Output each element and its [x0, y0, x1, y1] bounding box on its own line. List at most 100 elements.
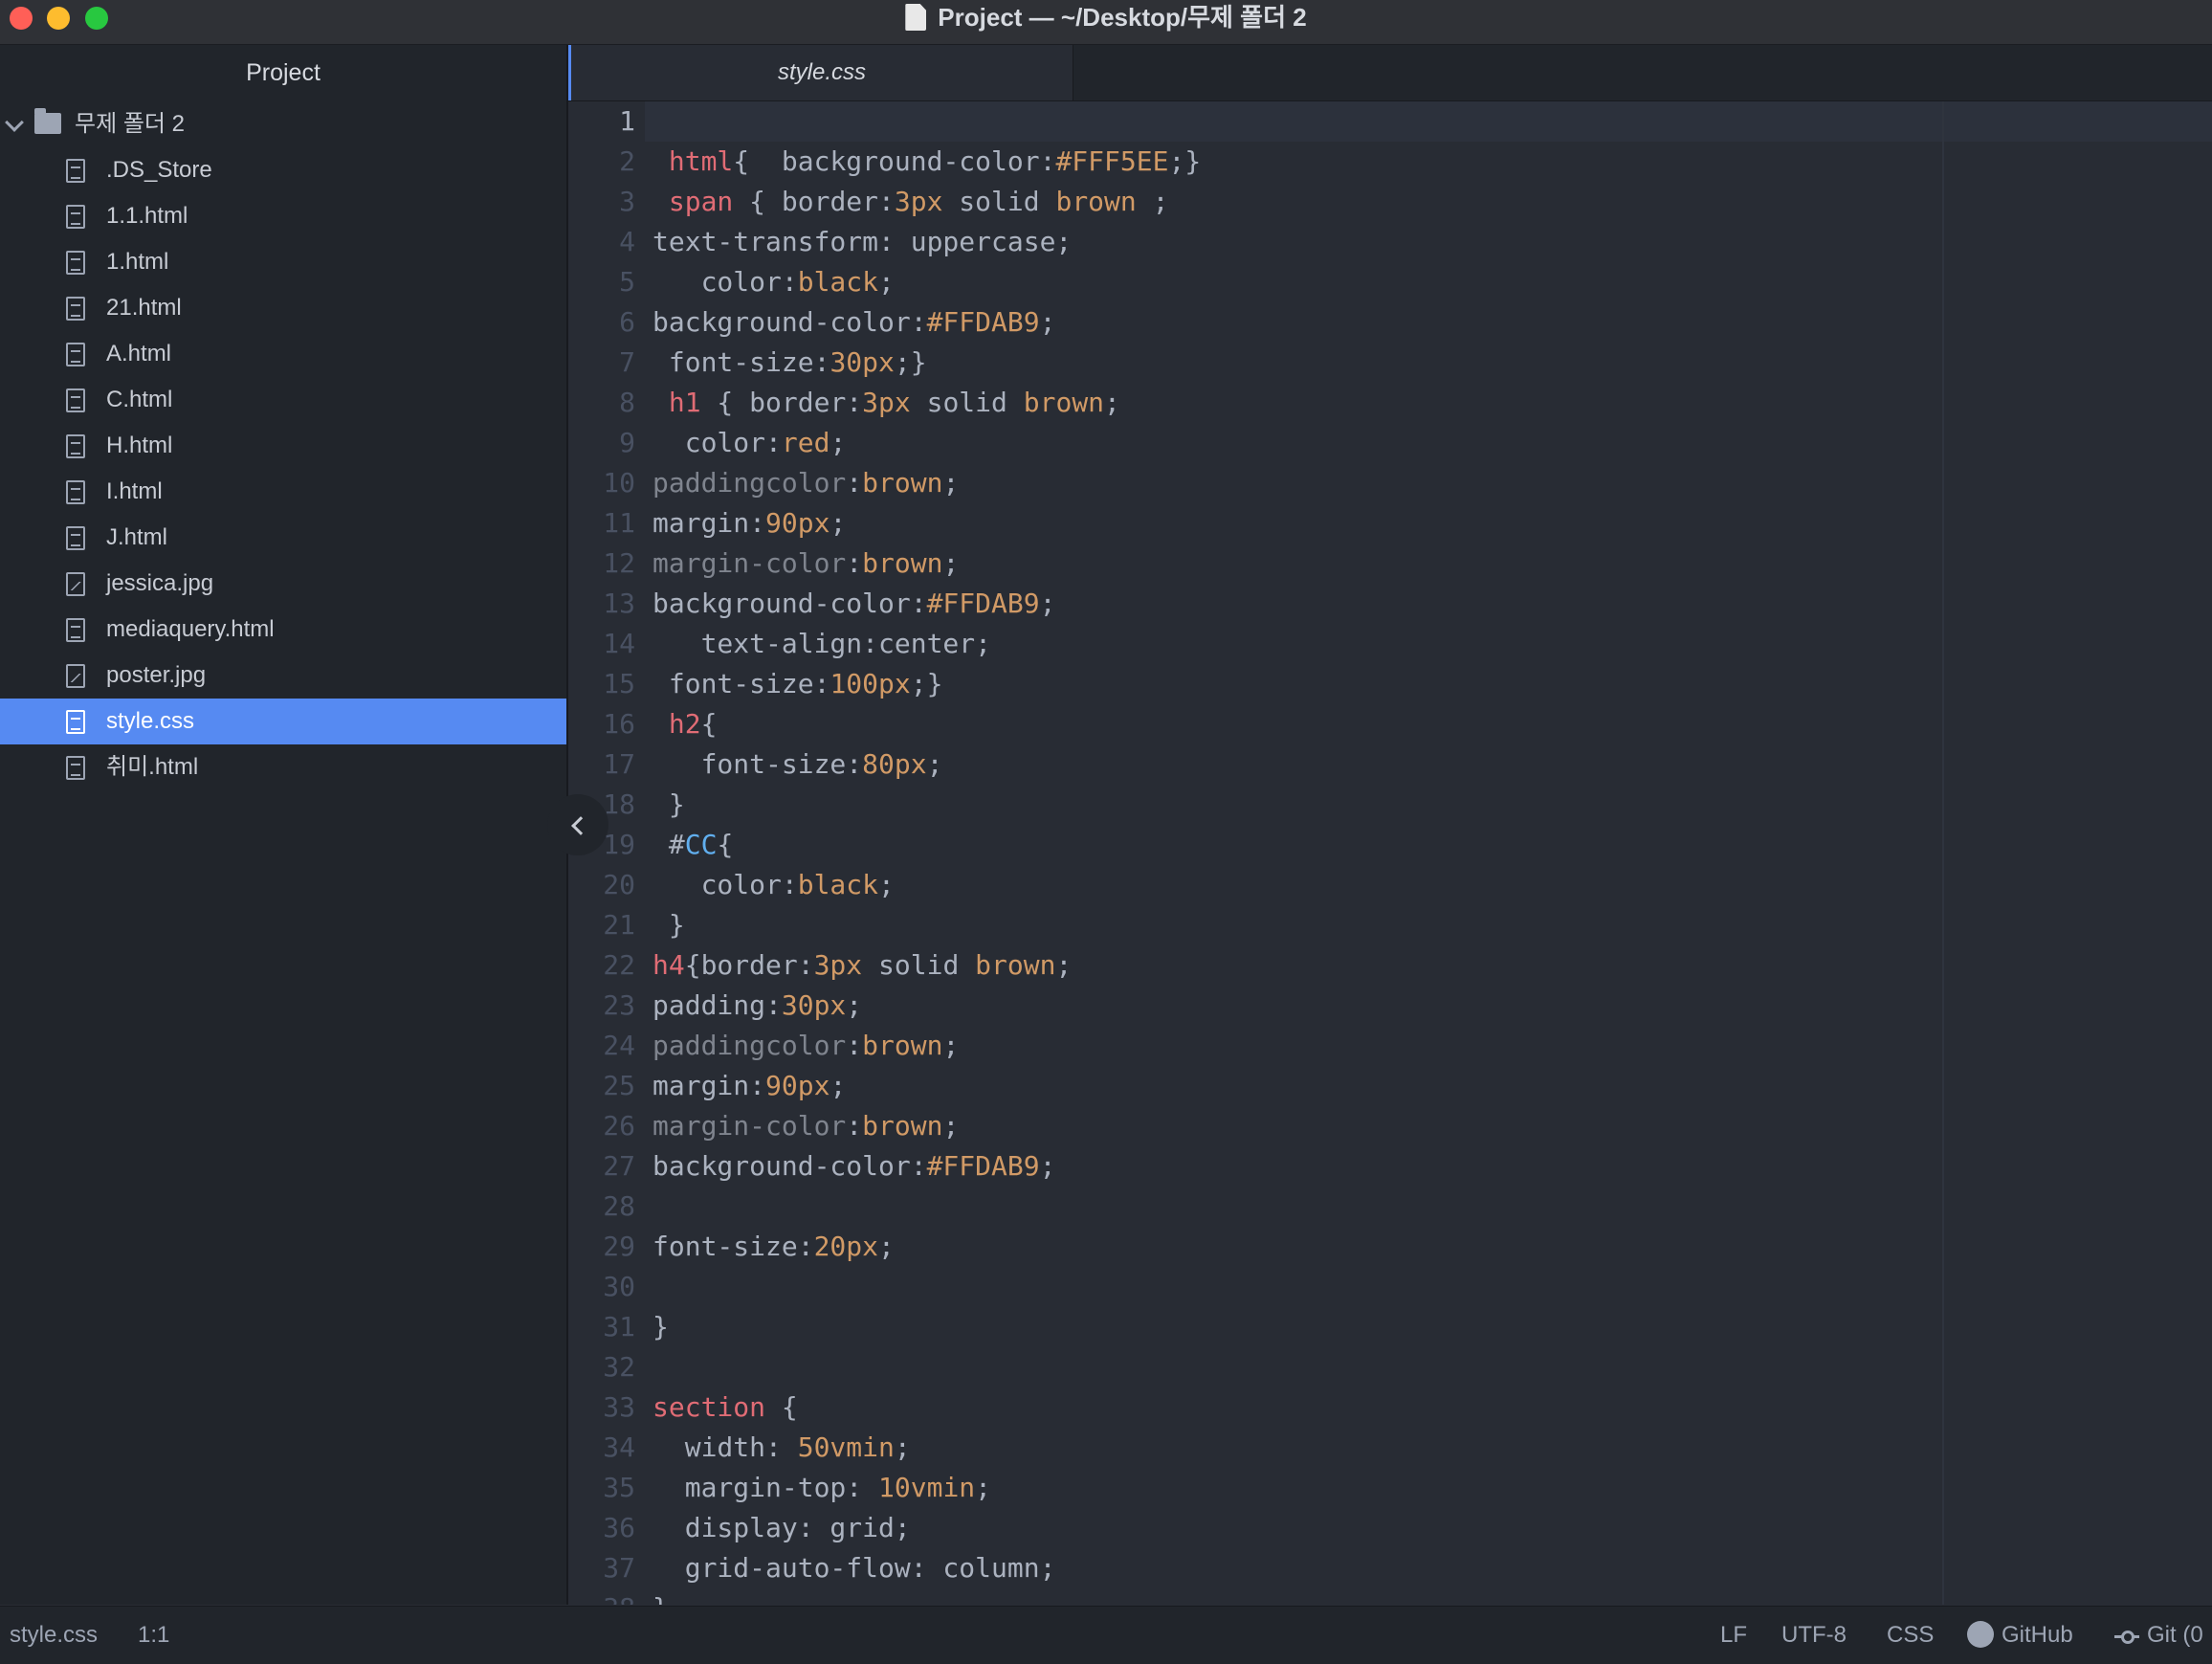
- code-line[interactable]: color:black;: [653, 262, 1201, 302]
- code-line[interactable]: [653, 1347, 1201, 1387]
- file-tree-item[interactable]: J.html: [0, 515, 566, 561]
- file-text-icon: [66, 343, 85, 366]
- code-token: ;: [942, 1030, 960, 1061]
- code-token: font-size:: [653, 668, 830, 699]
- chevron-down-icon[interactable]: [5, 113, 24, 132]
- file-tree-item[interactable]: 1.1.html: [0, 193, 566, 239]
- file-tree-item[interactable]: jessica.jpg: [0, 561, 566, 607]
- folder-icon: [34, 108, 61, 134]
- code-token: ;: [1055, 949, 1073, 981]
- code-line[interactable]: background-color:#FFDAB9;: [653, 302, 1201, 343]
- file-tree-item[interactable]: 21.html: [0, 285, 566, 331]
- line-number-gutter: 1 2 3 4 5 6 7 8 9 10 11 12 13 14 15 16 17 18 19 20 21 22 23 24 2…: [568, 101, 635, 1605]
- code-line[interactable]: background-color:#FFDAB9;: [653, 584, 1201, 624]
- code-line[interactable]: font-size:80px;: [653, 744, 1201, 785]
- code-token: brown: [862, 467, 943, 499]
- status-encoding[interactable]: UTF-8: [1781, 1607, 1847, 1664]
- file-tree-item-label: 1.1.html: [106, 203, 188, 229]
- code-line[interactable]: [653, 1267, 1201, 1307]
- code-editor[interactable]: 1 2 3 4 5 6 7 8 9 10 11 12 13 14 15 16 17 18 19 20 21 22 23 24 2…: [568, 101, 2212, 1605]
- file-text-icon: [66, 297, 85, 321]
- code-line[interactable]: h4{border:3px solid brown;: [653, 945, 1201, 986]
- code-token: 3px: [862, 387, 911, 418]
- code-line[interactable]: text-transform: uppercase;: [653, 222, 1201, 262]
- code-line[interactable]: width: 50vmin;: [653, 1428, 1201, 1468]
- code-content[interactable]: html{ background-color:#FFF5EE;} span { …: [653, 101, 1201, 1605]
- code-line[interactable]: font-size:30px;}: [653, 343, 1201, 383]
- document-icon: [905, 4, 927, 31]
- file-tree-item[interactable]: 취미.html: [0, 744, 566, 790]
- status-cursor-position[interactable]: 1:1: [138, 1607, 169, 1664]
- code-token: black: [797, 266, 879, 298]
- file-tree-item[interactable]: A.html: [0, 331, 566, 377]
- code-token: brown: [1055, 186, 1137, 217]
- code-token: 3px: [894, 186, 943, 217]
- status-line-ending[interactable]: LF: [1720, 1607, 1747, 1664]
- code-line[interactable]: section {: [653, 1387, 1201, 1428]
- code-line[interactable]: margin:90px;: [653, 503, 1201, 544]
- line-number: 24: [603, 1030, 635, 1061]
- code-token: #FFDAB9: [926, 306, 1040, 338]
- code-token: {: [765, 1391, 798, 1423]
- file-text-icon: [66, 526, 85, 550]
- code-line[interactable]: h2{: [653, 704, 1201, 744]
- code-line[interactable]: }: [653, 785, 1201, 825]
- github-button[interactable]: GitHub: [1967, 1607, 2073, 1664]
- code-line[interactable]: html{ background-color:#FFF5EE;}: [653, 142, 1201, 182]
- code-line[interactable]: text-align:center;: [653, 624, 1201, 664]
- code-token: :: [846, 1030, 863, 1061]
- code-line[interactable]: display: grid;: [653, 1508, 1201, 1548]
- code-line[interactable]: grid-auto-flow: column;: [653, 1548, 1201, 1588]
- code-line[interactable]: }: [653, 905, 1201, 945]
- code-line[interactable]: }: [653, 1588, 1201, 1605]
- code-token: ;: [878, 266, 895, 298]
- code-line[interactable]: font-size:20px;: [653, 1227, 1201, 1267]
- code-line[interactable]: paddingcolor:brown;: [653, 1026, 1201, 1066]
- file-tree-item[interactable]: I.html: [0, 469, 566, 515]
- root-folder[interactable]: 무제 폴더 2: [0, 101, 566, 147]
- code-line[interactable]: #CC{: [653, 825, 1201, 865]
- git-button[interactable]: Git (0: [2114, 1607, 2203, 1664]
- line-number: 1: [619, 105, 635, 137]
- line-number: 33: [603, 1391, 635, 1423]
- code-line[interactable]: span { border:3px solid brown ;: [653, 182, 1201, 222]
- code-token: CC: [684, 829, 718, 860]
- status-grammar[interactable]: CSS: [1887, 1607, 1934, 1664]
- code-line[interactable]: [653, 101, 1201, 142]
- root-folder-label: 무제 폴더 2: [75, 111, 186, 137]
- code-line[interactable]: margin-top: 10vmin;: [653, 1468, 1201, 1508]
- code-line[interactable]: margin-color:brown;: [653, 1106, 1201, 1146]
- file-tree-item[interactable]: C.html: [0, 377, 566, 423]
- code-line[interactable]: }: [653, 1307, 1201, 1347]
- code-line[interactable]: color:red;: [653, 423, 1201, 463]
- file-tree-item-label: H.html: [106, 433, 173, 458]
- file-tree-item[interactable]: style.css: [0, 699, 566, 744]
- file-text-icon: [66, 159, 85, 183]
- file-tree-item[interactable]: poster.jpg: [0, 653, 566, 699]
- code-line[interactable]: padding:30px;: [653, 986, 1201, 1026]
- code-token: #: [653, 829, 685, 860]
- status-file-name[interactable]: style.css: [10, 1607, 98, 1664]
- code-line[interactable]: color:black;: [653, 865, 1201, 905]
- code-token: ;: [1136, 186, 1169, 217]
- tab-style-css[interactable]: style.css: [568, 45, 1073, 100]
- code-line[interactable]: font-size:100px;}: [653, 664, 1201, 704]
- code-token: display: grid;: [653, 1512, 911, 1543]
- code-token: #FFDAB9: [926, 1150, 1040, 1182]
- code-line[interactable]: margin-color:brown;: [653, 544, 1201, 584]
- file-text-icon: [66, 388, 85, 412]
- file-tree-item[interactable]: mediaquery.html: [0, 607, 566, 653]
- file-tree-item[interactable]: 1.html: [0, 239, 566, 285]
- file-tree-item[interactable]: H.html: [0, 423, 566, 469]
- line-number: 31: [603, 1311, 635, 1342]
- file-image-icon: [66, 664, 85, 688]
- file-tree-item[interactable]: .DS_Store: [0, 147, 566, 193]
- code-line[interactable]: background-color:#FFDAB9;: [653, 1146, 1201, 1187]
- code-token: ;: [1039, 588, 1056, 619]
- code-line[interactable]: h1 { border:3px solid brown;: [653, 383, 1201, 423]
- code-token: brown: [862, 1030, 943, 1061]
- code-line[interactable]: [653, 1187, 1201, 1227]
- code-line[interactable]: margin:90px;: [653, 1066, 1201, 1106]
- code-line[interactable]: paddingcolor:brown;: [653, 463, 1201, 503]
- line-number: 27: [603, 1150, 635, 1182]
